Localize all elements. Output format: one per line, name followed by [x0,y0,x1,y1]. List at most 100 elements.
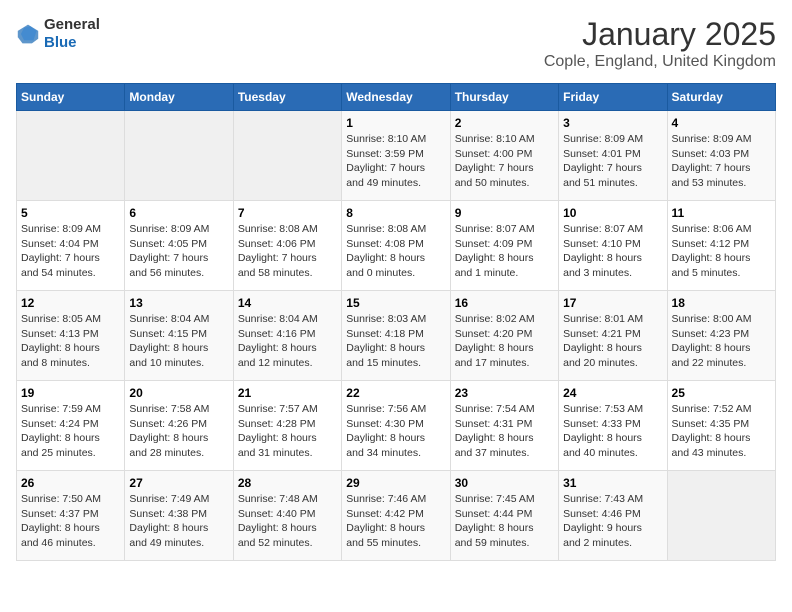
calendar-cell: 24 Sunrise: 7:53 AM Sunset: 4:33 PM Dayli… [559,381,667,471]
day-info: Sunrise: 8:05 AM Sunset: 4:13 PM Dayligh… [21,312,120,371]
day-number: 12 [21,296,120,310]
day-info: Sunrise: 7:43 AM Sunset: 4:46 PM Dayligh… [563,492,662,551]
day-info: Sunrise: 7:57 AM Sunset: 4:28 PM Dayligh… [238,402,337,461]
day-header-wednesday: Wednesday [342,84,450,111]
day-number: 8 [346,206,445,220]
day-header-thursday: Thursday [450,84,558,111]
day-number: 24 [563,386,662,400]
day-info: Sunrise: 7:54 AM Sunset: 4:31 PM Dayligh… [455,402,554,461]
calendar-cell: 8 Sunrise: 8:08 AM Sunset: 4:08 PM Daylig… [342,201,450,291]
calendar-week-row: 1 Sunrise: 8:10 AM Sunset: 3:59 PM Daylig… [17,111,776,201]
day-info: Sunrise: 8:09 AM Sunset: 4:03 PM Dayligh… [672,132,771,191]
calendar-cell: 17Sunrise: 8:01 AM Sunset: 4:21 PM Dayli… [559,291,667,381]
day-info: Sunrise: 8:10 AM Sunset: 3:59 PM Dayligh… [346,132,445,191]
calendar-cell: 30 Sunrise: 7:45 AM Sunset: 4:44 PM Dayli… [450,471,558,561]
calendar-cell: 7 Sunrise: 8:08 AM Sunset: 4:06 PM Daylig… [233,201,341,291]
day-info: Sunrise: 7:52 AM Sunset: 4:35 PM Dayligh… [672,402,771,461]
day-number: 26 [21,476,120,490]
calendar-cell: 4 Sunrise: 8:09 AM Sunset: 4:03 PM Daylig… [667,111,775,201]
day-number: 15 [346,296,445,310]
page-header: General Blue January 2025 Cople, England… [16,16,776,71]
day-info: Sunrise: 8:02 AM Sunset: 4:20 PM Dayligh… [455,312,554,371]
day-info: Sunrise: 8:09 AM Sunset: 4:04 PM Dayligh… [21,222,120,281]
calendar-cell: 10 Sunrise: 8:07 AM Sunset: 4:10 PM Dayli… [559,201,667,291]
day-number: 2 [455,116,554,130]
calendar-cell: 13 Sunrise: 8:04 AM Sunset: 4:15 PM Dayli… [125,291,233,381]
calendar-cell [17,111,125,201]
day-info: Sunrise: 8:07 AM Sunset: 4:10 PM Dayligh… [563,222,662,281]
day-info: Sunrise: 8:04 AM Sunset: 4:16 PM Dayligh… [238,312,337,371]
day-info: Sunrise: 8:07 AM Sunset: 4:09 PM Dayligh… [455,222,554,281]
day-header-tuesday: Tuesday [233,84,341,111]
day-number: 19 [21,386,120,400]
calendar-cell: 25 Sunrise: 7:52 AM Sunset: 4:35 PM Dayli… [667,381,775,471]
calendar-cell: 23 Sunrise: 7:54 AM Sunset: 4:31 PM Dayli… [450,381,558,471]
day-number: 10 [563,206,662,220]
calendar-cell: 21Sunrise: 7:57 AM Sunset: 4:28 PM Dayli… [233,381,341,471]
calendar-cell: 12 Sunrise: 8:05 AM Sunset: 4:13 PM Dayli… [17,291,125,381]
calendar-cell: 18 Sunrise: 8:00 AM Sunset: 4:23 PM Dayli… [667,291,775,381]
day-info: Sunrise: 8:06 AM Sunset: 4:12 PM Dayligh… [672,222,771,281]
day-info: Sunrise: 7:48 AM Sunset: 4:40 PM Dayligh… [238,492,337,551]
calendar-header-row: SundayMondayTuesdayWednesdayThursdayFrid… [17,84,776,111]
calendar-week-row: 12 Sunrise: 8:05 AM Sunset: 4:13 PM Dayli… [17,291,776,381]
day-info: Sunrise: 8:09 AM Sunset: 4:01 PM Dayligh… [563,132,662,191]
calendar-cell [233,111,341,201]
day-info: Sunrise: 8:04 AM Sunset: 4:15 PM Dayligh… [129,312,228,371]
day-info: Sunrise: 8:08 AM Sunset: 4:06 PM Dayligh… [238,222,337,281]
calendar-cell: 3 Sunrise: 8:09 AM Sunset: 4:01 PM Daylig… [559,111,667,201]
calendar-cell: 29Sunrise: 7:46 AM Sunset: 4:42 PM Dayli… [342,471,450,561]
day-number: 4 [672,116,771,130]
day-number: 1 [346,116,445,130]
subtitle: Cople, England, United Kingdom [544,53,776,71]
day-number: 25 [672,386,771,400]
day-number: 13 [129,296,228,310]
day-info: Sunrise: 8:00 AM Sunset: 4:23 PM Dayligh… [672,312,771,371]
day-number: 20 [129,386,228,400]
day-info: Sunrise: 7:50 AM Sunset: 4:37 PM Dayligh… [21,492,120,551]
day-header-monday: Monday [125,84,233,111]
day-info: Sunrise: 7:49 AM Sunset: 4:38 PM Dayligh… [129,492,228,551]
day-info: Sunrise: 8:10 AM Sunset: 4:00 PM Dayligh… [455,132,554,191]
calendar-cell: 9 Sunrise: 8:07 AM Sunset: 4:09 PM Daylig… [450,201,558,291]
day-info: Sunrise: 8:09 AM Sunset: 4:05 PM Dayligh… [129,222,228,281]
calendar-week-row: 5 Sunrise: 8:09 AM Sunset: 4:04 PM Daylig… [17,201,776,291]
calendar-cell: 1 Sunrise: 8:10 AM Sunset: 3:59 PM Daylig… [342,111,450,201]
calendar-cell: 31 Sunrise: 7:43 AM Sunset: 4:46 PM Dayli… [559,471,667,561]
day-info: Sunrise: 7:56 AM Sunset: 4:30 PM Dayligh… [346,402,445,461]
calendar-cell: 28 Sunrise: 7:48 AM Sunset: 4:40 PM Dayli… [233,471,341,561]
calendar-cell: 6Sunrise: 8:09 AM Sunset: 4:05 PM Daylig… [125,201,233,291]
day-number: 14 [238,296,337,310]
day-info: Sunrise: 8:08 AM Sunset: 4:08 PM Dayligh… [346,222,445,281]
day-number: 27 [129,476,228,490]
day-info: Sunrise: 8:01 AM Sunset: 4:21 PM Dayligh… [563,312,662,371]
day-number: 18 [672,296,771,310]
day-number: 22 [346,386,445,400]
calendar-cell: 15Sunrise: 8:03 AM Sunset: 4:18 PM Dayli… [342,291,450,381]
day-info: Sunrise: 7:53 AM Sunset: 4:33 PM Dayligh… [563,402,662,461]
day-info: Sunrise: 7:45 AM Sunset: 4:44 PM Dayligh… [455,492,554,551]
calendar-week-row: 26 Sunrise: 7:50 AM Sunset: 4:37 PM Dayli… [17,471,776,561]
day-number: 16 [455,296,554,310]
calendar-cell: 2 Sunrise: 8:10 AM Sunset: 4:00 PM Daylig… [450,111,558,201]
day-number: 5 [21,206,120,220]
calendar-week-row: 19Sunrise: 7:59 AM Sunset: 4:24 PM Dayli… [17,381,776,471]
calendar-cell: 16 Sunrise: 8:02 AM Sunset: 4:20 PM Dayli… [450,291,558,381]
day-number: 11 [672,206,771,220]
day-header-friday: Friday [559,84,667,111]
calendar-cell: 22 Sunrise: 7:56 AM Sunset: 4:30 PM Dayli… [342,381,450,471]
day-number: 31 [563,476,662,490]
day-number: 30 [455,476,554,490]
calendar-cell: 11 Sunrise: 8:06 AM Sunset: 4:12 PM Dayli… [667,201,775,291]
title-block: January 2025 Cople, England, United King… [544,16,776,71]
logo-icon [16,23,40,45]
day-number: 3 [563,116,662,130]
day-number: 9 [455,206,554,220]
calendar-cell: 27 Sunrise: 7:49 AM Sunset: 4:38 PM Dayli… [125,471,233,561]
day-number: 23 [455,386,554,400]
day-number: 7 [238,206,337,220]
day-number: 28 [238,476,337,490]
main-title: January 2025 [544,16,776,53]
calendar-cell: 20Sunrise: 7:58 AM Sunset: 4:26 PM Dayli… [125,381,233,471]
calendar-cell [667,471,775,561]
